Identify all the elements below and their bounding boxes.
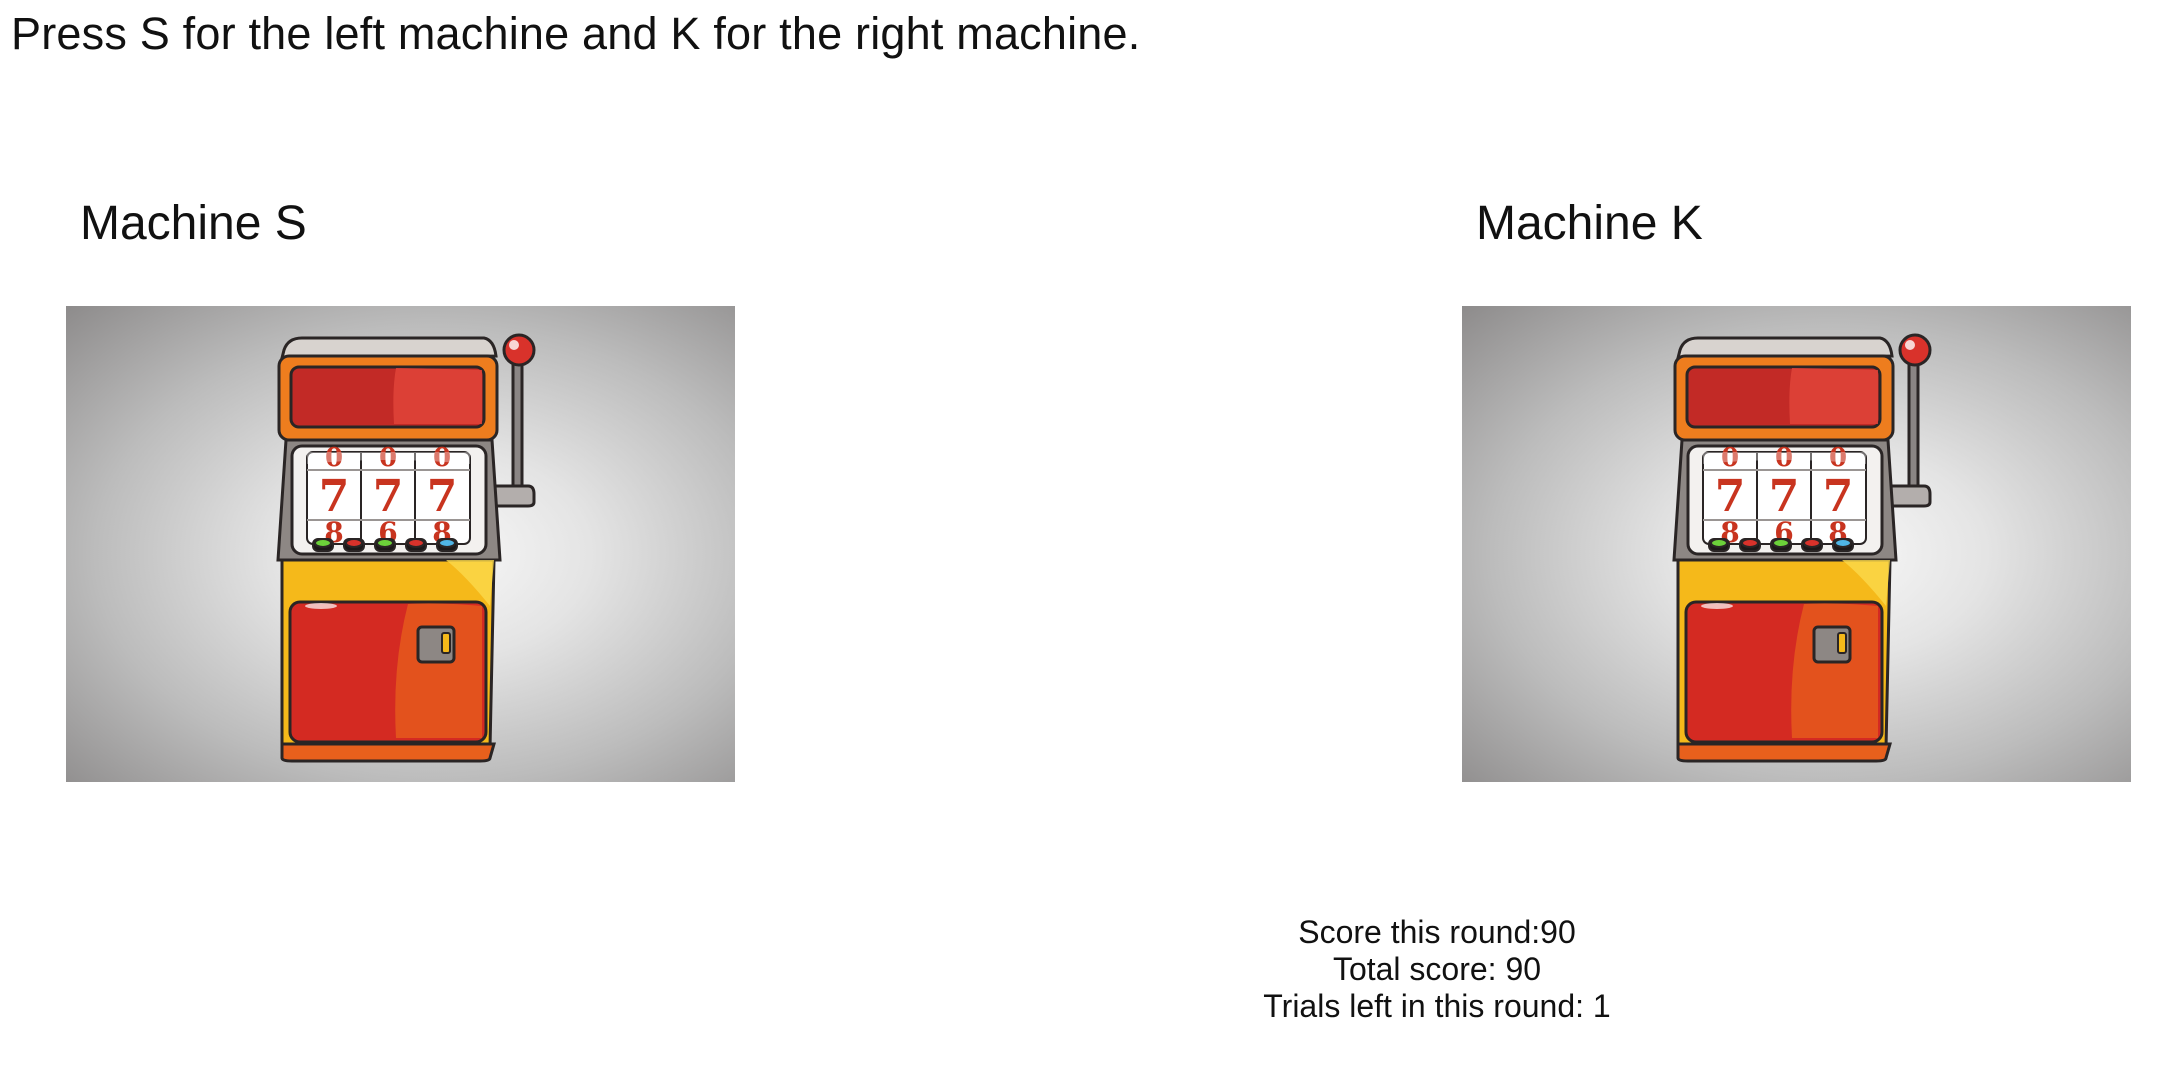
slot-machine-icon: 0 0 0 7 7 7 8 6 8: [1672, 333, 1932, 763]
machine-s-title: Machine S: [80, 197, 307, 250]
experiment-screen: Press S for the left machine and K for t…: [0, 0, 2184, 1076]
reel-digit-middle: 7: [1823, 471, 1854, 522]
score-panel: Score this round:90 Total score: 90 Tria…: [1164, 914, 1710, 1025]
reel-digit-middle: 7: [1715, 471, 1746, 522]
reel-digit-middle: 7: [427, 471, 458, 522]
machine-s-panel[interactable]: 0 0 0 7 7 7 8 6 8: [66, 306, 735, 782]
reel-digit-middle: 7: [373, 471, 404, 522]
trials-left-text: Trials left in this round: 1: [1263, 988, 1611, 1024]
reel-digit-middle: 7: [319, 471, 350, 522]
coin-slot-icon: [416, 625, 456, 664]
coin-slot-icon: [1812, 625, 1852, 664]
instruction-text: Press S for the left machine and K for t…: [11, 8, 1141, 59]
machine-k-title: Machine K: [1476, 197, 1703, 250]
reel-digit-middle: 7: [1769, 471, 1800, 522]
machine-k-panel[interactable]: 0 0 0 7 7 7 8 6 8: [1462, 306, 2131, 782]
slot-machine-icon: 0 0 0 7 7 7 8 6 8: [276, 333, 536, 763]
round-score-text: Score this round:90: [1298, 914, 1576, 950]
total-score-text: Total score: 90: [1332, 951, 1542, 987]
